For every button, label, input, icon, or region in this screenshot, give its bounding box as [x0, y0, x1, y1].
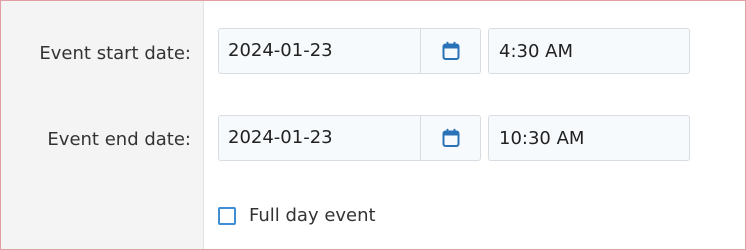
start-date-value: 2024-01-23: [228, 40, 333, 61]
end-date-input[interactable]: 2024-01-23: [218, 115, 481, 161]
full-day-checkbox[interactable]: [218, 206, 236, 225]
end-date-calendar-button[interactable]: [420, 116, 480, 160]
start-date-input[interactable]: 2024-01-23: [218, 28, 481, 74]
end-date-label: Event end date:: [47, 129, 191, 150]
start-time-input[interactable]: 4:30 AM: [488, 28, 690, 74]
label-column: Event start date: Event end date:: [1, 1, 204, 249]
start-date-calendar-button[interactable]: [420, 29, 480, 73]
full-day-label: Full day event: [249, 205, 376, 226]
calendar-icon: [442, 128, 459, 147]
end-time-input[interactable]: 10:30 AM: [488, 115, 690, 161]
event-form: Event start date: Event end date: 2024-0…: [0, 0, 746, 250]
calendar-icon: [442, 41, 459, 60]
end-date-value: 2024-01-23: [228, 127, 333, 148]
full-day-option[interactable]: Full day event: [218, 205, 376, 226]
start-date-label: Event start date:: [39, 43, 191, 64]
